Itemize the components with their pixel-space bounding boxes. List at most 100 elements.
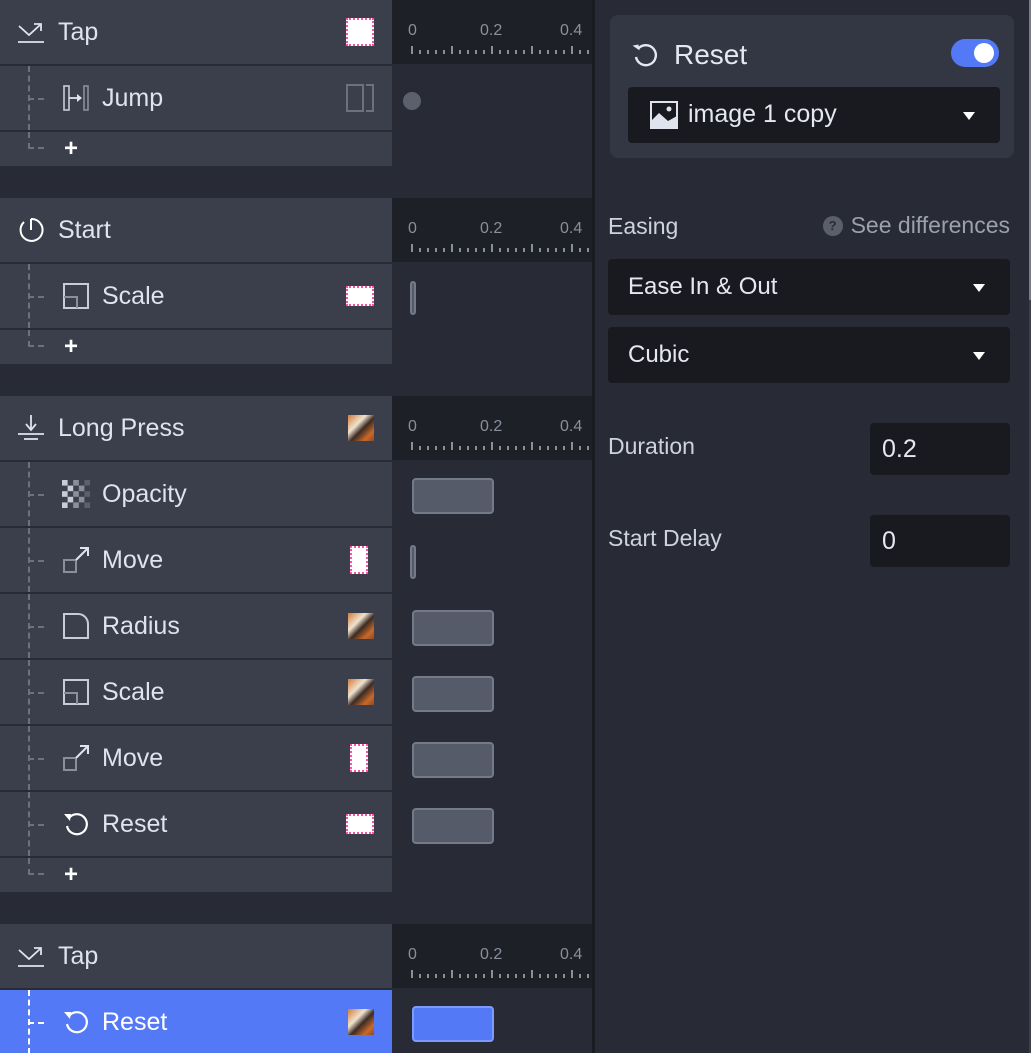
action-cell[interactable]: Opacity (0, 462, 392, 526)
long-press-icon (16, 413, 46, 443)
timeline-jump-marker[interactable] (403, 92, 421, 110)
tree-branch (28, 560, 44, 562)
start-delay-value: 0 (882, 527, 896, 555)
timeline-bar[interactable] (412, 676, 494, 712)
trigger-cell[interactable]: Tap (0, 924, 392, 988)
trigger-cell[interactable]: Tap (0, 0, 392, 64)
action-row[interactable]: Jump (0, 66, 593, 130)
timeline-header: 0 0.2 0.4 (392, 924, 593, 988)
timeline-ruler: 0 0.2 0.4 (392, 198, 593, 262)
start-delay-input[interactable]: 0 (870, 515, 1010, 567)
ruler-tick-label: 0.4 (560, 946, 583, 963)
easing-type-select[interactable]: Ease In & Out (608, 259, 1010, 315)
reset-icon (62, 810, 90, 838)
action-row[interactable]: Reset (0, 792, 593, 856)
add-action-cell: + (0, 858, 392, 892)
trigger-cell[interactable]: Start (0, 198, 392, 262)
see-differences-link[interactable]: ? See differences (822, 212, 1010, 239)
action-row[interactable]: Scale (0, 264, 593, 328)
timeline-ruler: 0 0.2 0.4 (392, 396, 593, 460)
action-label: Reset (102, 1007, 168, 1036)
trigger-group: Tap 0 0.2 0.4 Reset (0, 924, 593, 1053)
trigger-row[interactable]: Tap 0 0.2 0.4 (0, 0, 593, 64)
tree-branch (28, 296, 44, 298)
start-delay-label: Start Delay (608, 525, 722, 551)
layer-thumbnail (348, 1009, 374, 1035)
chevron-down-icon (973, 284, 985, 292)
inspector-panel: Reset image 1 copy Easing ? See differen… (595, 0, 1031, 1053)
action-cell[interactable]: Reset (0, 990, 392, 1053)
ruler-tick-label: 0.4 (560, 220, 583, 237)
trigger-row[interactable]: Long Press 0 0.2 0.4 (0, 396, 593, 460)
timeline-bar[interactable] (412, 478, 494, 514)
trigger-row[interactable]: Start 0 0.2 0.4 (0, 198, 593, 262)
move-icon (62, 744, 90, 772)
action-row[interactable]: Opacity (0, 462, 593, 526)
layer-select[interactable]: image 1 copy (628, 87, 1000, 143)
tap-icon (16, 941, 46, 971)
tree-branch (28, 98, 44, 100)
ruler-tick-label: 0.2 (480, 418, 503, 435)
reset-icon (632, 44, 657, 67)
timeline-bar[interactable] (412, 742, 494, 778)
ruler-ticks (411, 46, 589, 54)
timeline-header: 0 0.2 0.4 (392, 396, 593, 460)
ruler-tick-label: 0 (408, 220, 417, 237)
action-row[interactable]: Scale (0, 660, 593, 724)
trigger-cell[interactable]: Long Press (0, 396, 392, 460)
trigger-label: Start (58, 215, 111, 244)
easing-type-value: Ease In & Out (628, 273, 778, 300)
action-label: Scale (102, 677, 165, 706)
action-row[interactable]: Move (0, 726, 593, 790)
add-action-cell: + (0, 330, 392, 364)
ruler-tick-label: 0.2 (480, 220, 503, 237)
add-action-row: + (0, 858, 593, 892)
action-cell[interactable]: Reset (0, 792, 392, 856)
layer-thumbnail (348, 415, 374, 441)
tree-branch (28, 626, 44, 628)
add-action-button[interactable]: + (64, 335, 78, 359)
add-action-button[interactable]: + (64, 137, 78, 161)
tree-branch (28, 824, 44, 826)
timeline-instant-marker[interactable] (410, 281, 416, 315)
action-cell[interactable]: Move (0, 726, 392, 790)
trigger-row[interactable]: Tap 0 0.2 0.4 (0, 924, 593, 988)
reset-icon (62, 1008, 90, 1036)
action-timeline (392, 594, 593, 658)
jump-icon (62, 84, 90, 112)
action-cell[interactable]: Move (0, 528, 392, 592)
tree-branch (28, 494, 44, 496)
trigger-label: Tap (58, 941, 99, 970)
action-cell[interactable]: Radius (0, 594, 392, 658)
action-cell[interactable]: Scale (0, 264, 392, 328)
ruler-ticks (411, 970, 589, 978)
trigger-group: Start 0 0.2 0.4 Scale + (0, 198, 593, 366)
start-icon (16, 215, 46, 245)
ruler-tick-label: 0 (408, 22, 417, 39)
action-cell[interactable]: Scale (0, 660, 392, 724)
ruler-ticks (411, 442, 589, 450)
easing-curve-select[interactable]: Cubic (608, 327, 1010, 383)
ruler-tick-label: 0 (408, 418, 417, 435)
duration-value: 0.2 (882, 435, 917, 463)
layer-thumbnail (350, 744, 368, 772)
tap-icon (16, 17, 46, 47)
action-row[interactable]: Radius (0, 594, 593, 658)
timeline-bar[interactable] (412, 808, 494, 844)
see-differences-label: See differences (850, 212, 1010, 238)
action-label: Jump (102, 83, 164, 112)
timeline-instant-marker[interactable] (410, 545, 416, 579)
timeline-bar[interactable] (412, 610, 494, 646)
add-action-button[interactable]: + (64, 863, 78, 887)
enable-toggle[interactable] (951, 39, 999, 67)
duration-input[interactable]: 0.2 (870, 423, 1010, 475)
ruler-ticks (411, 244, 589, 252)
action-cell[interactable]: Jump (0, 66, 392, 130)
toggle-knob (974, 43, 994, 63)
ruler-tick-label: 0.4 (560, 418, 583, 435)
ruler-tick-label: 0.2 (480, 946, 503, 963)
timeline-header: 0 0.2 0.4 (392, 0, 593, 64)
action-row[interactable]: Reset (0, 990, 593, 1053)
action-row[interactable]: Move (0, 528, 593, 592)
timeline-bar[interactable] (412, 1006, 494, 1042)
